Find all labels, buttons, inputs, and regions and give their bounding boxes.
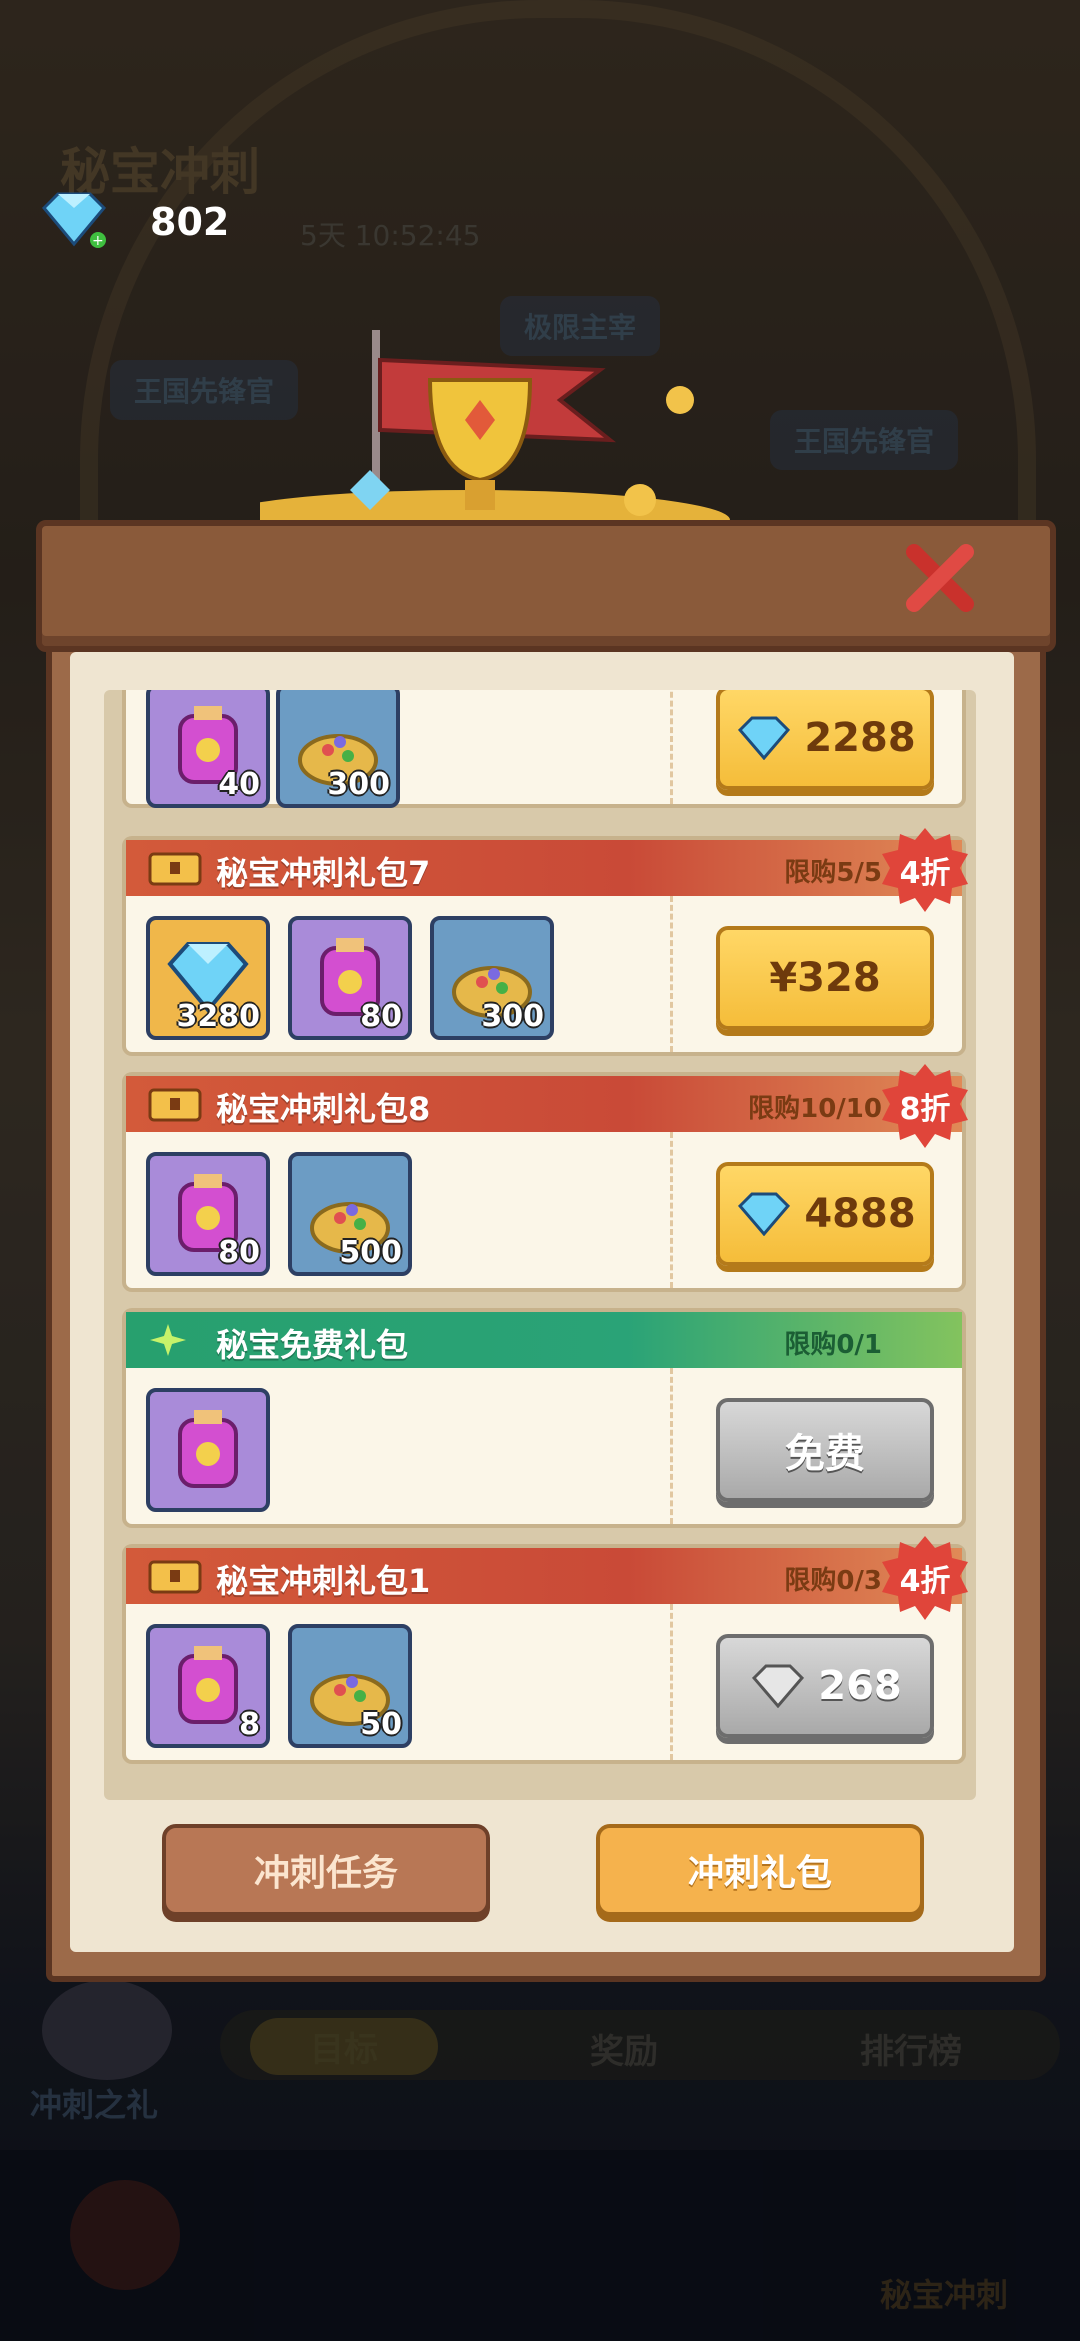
gem-icon: [752, 1664, 805, 1708]
purchase-limit: 限购0/1: [784, 1330, 882, 1360]
gem-icon: [738, 1192, 791, 1236]
pack-title: 秘宝冲刺礼包1: [216, 1562, 431, 1600]
discount-label: 4折: [899, 856, 951, 891]
divider: [670, 1368, 673, 1524]
item-count: 50: [360, 1707, 402, 1742]
item-ore[interactable]: 500: [288, 1152, 412, 1276]
item-count: 8: [239, 1707, 260, 1742]
item-ore[interactable]: 300: [276, 690, 400, 808]
item-potion[interactable]: [146, 1388, 270, 1512]
pack-title: 秘宝冲刺礼包8: [216, 1090, 431, 1128]
gem-count: 802: [150, 200, 230, 244]
item-count: 40: [218, 767, 260, 802]
tab-sprint-gifts[interactable]: 冲刺礼包: [596, 1824, 924, 1916]
price-label: ¥328: [769, 955, 881, 1001]
divider: [670, 896, 673, 1052]
item-count: 80: [218, 1235, 260, 1270]
purchase-limit: 限购5/5: [784, 858, 882, 888]
pack-card: 秘宝冲刺礼包8 限购10/10 80 500 4888: [122, 1072, 966, 1292]
gem-icon: +: [41, 192, 107, 249]
discount-badge: 8折: [880, 1062, 970, 1152]
pack-card: 秘宝冲刺礼包7 限购5/5 3280 80 300 ¥328: [122, 836, 966, 1056]
potion-icon: [178, 1410, 238, 1488]
pack-card: 40 300 2288: [122, 690, 966, 808]
free-claim-button[interactable]: 免费: [716, 1398, 934, 1502]
discount-label: 8折: [899, 1092, 951, 1127]
pack-title: 秘宝冲刺礼包7: [216, 854, 431, 892]
pack-header: 秘宝冲刺礼包7 限购5/5: [126, 840, 962, 896]
pack-card: 秘宝免费礼包 限购0/1 免费: [122, 1308, 966, 1528]
buy-button[interactable]: 2288: [716, 690, 934, 790]
item-count: 300: [481, 999, 544, 1034]
divider: [670, 1132, 673, 1288]
svg-text:+: +: [92, 233, 104, 249]
price-label: 268: [818, 1663, 902, 1709]
pack-header: 秘宝冲刺礼包1 限购0/3: [126, 1548, 962, 1604]
chest-icon: [148, 852, 202, 886]
buy-button[interactable]: 268: [716, 1634, 934, 1738]
pack-list[interactable]: 40 300 2288 秘宝冲刺礼包7 限购5/5 3280 80 300 ¥3…: [104, 690, 976, 1800]
sparkle-icon: [150, 1324, 186, 1356]
pack-card: 秘宝冲刺礼包1 限购0/3 8 50 268: [122, 1544, 966, 1764]
item-count: 300: [327, 767, 390, 802]
item-count: 3280: [176, 999, 261, 1034]
gem-icon: [738, 716, 791, 760]
pack-header: 秘宝免费礼包 限购0/1: [126, 1312, 962, 1368]
item-ore[interactable]: 50: [288, 1624, 412, 1748]
item-potion[interactable]: 8: [146, 1624, 270, 1748]
close-icon[interactable]: [900, 538, 980, 618]
gem-counter[interactable]: + 802: [34, 190, 304, 260]
item-count: 500: [339, 1235, 402, 1270]
item-count: 80: [360, 999, 402, 1034]
price-label: 4888: [804, 1191, 916, 1237]
buy-button[interactable]: ¥328: [716, 926, 934, 1030]
pack-title: 秘宝免费礼包: [216, 1326, 409, 1364]
buy-button[interactable]: 4888: [716, 1162, 934, 1266]
discount-label: 4折: [899, 1564, 951, 1599]
discount-badge: 4折: [880, 826, 970, 916]
tab-sprint-tasks[interactable]: 冲刺任务: [162, 1824, 490, 1916]
pack-header: 秘宝冲刺礼包8 限购10/10: [126, 1076, 962, 1132]
purchase-limit: 限购10/10: [748, 1094, 882, 1124]
item-gem[interactable]: 3280: [146, 916, 270, 1040]
purchase-limit: 限购0/3: [784, 1566, 882, 1596]
item-potion[interactable]: 80: [146, 1152, 270, 1276]
item-potion[interactable]: 80: [288, 916, 412, 1040]
item-ore[interactable]: 300: [430, 916, 554, 1040]
item-potion[interactable]: 40: [146, 690, 270, 808]
divider: [670, 1604, 673, 1760]
price-label: 2288: [804, 715, 916, 761]
price-label: 免费: [785, 1431, 865, 1477]
divider: [670, 690, 673, 804]
chest-icon: [148, 1560, 202, 1594]
discount-badge: 4折: [880, 1534, 970, 1624]
chest-icon: [148, 1088, 202, 1122]
